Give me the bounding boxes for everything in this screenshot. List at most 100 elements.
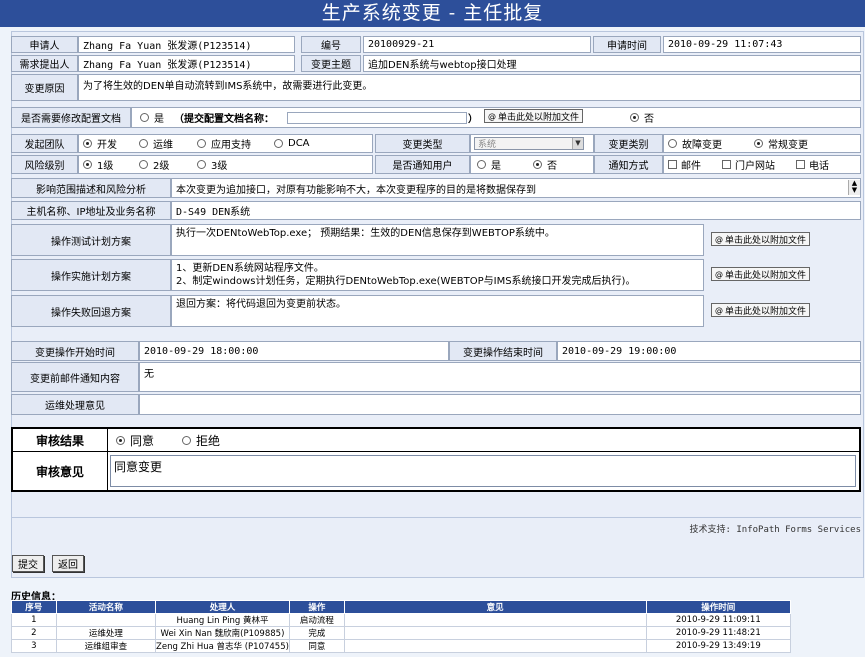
cell-seq: 2 xyxy=(11,626,57,640)
cell-operation: 完成 xyxy=(288,626,345,640)
back-button[interactable]: 返回 xyxy=(52,555,84,572)
config-doc-name-label: （提交配置文档名称： xyxy=(174,114,274,125)
team-label: 发起团队 xyxy=(11,134,78,153)
attach-label: 单击此处以附加文件 xyxy=(725,235,807,246)
method-portal-checkbox[interactable]: 门户网站 xyxy=(722,156,775,173)
cell-time: 2010-9-29 11:48:21 xyxy=(645,626,792,640)
reason-label: 变更原因 xyxy=(11,74,78,101)
team-option-dev[interactable]: 开发 xyxy=(83,135,117,152)
submit-button[interactable]: 提交 xyxy=(12,555,44,572)
cell-operation: 同意 xyxy=(288,639,345,653)
subject-field[interactable]: 追加DEN系统与webtop接口处理 xyxy=(363,55,861,72)
change-category-label: 变更类别 xyxy=(594,134,663,153)
divider xyxy=(11,496,861,518)
ops-opinion-row: 运维处理意见 xyxy=(11,394,861,415)
review-opinion-input[interactable]: 同意变更 xyxy=(110,455,856,487)
config-doc-attach-button[interactable]: @ 单击此处以附加文件 xyxy=(484,109,584,123)
impact-field[interactable]: 本次变更为追加接口，对原有功能影响不大，本次变更程序的目的是将数据保存到 xyxy=(171,178,861,198)
attach-label: 单击此处以附加文件 xyxy=(725,270,807,281)
notify-no-option[interactable]: 否 xyxy=(533,156,557,173)
col-operation: 操作 xyxy=(288,600,345,614)
mail-notice-label: 变更前邮件通知内容 xyxy=(11,362,139,392)
subject-label: 变更主题 xyxy=(301,55,361,72)
cell-handler: Wei Xin Nan 魏欣南(P109885) xyxy=(155,626,290,640)
rollback-field[interactable]: 退回方案：将代码退回为变更前状态。 xyxy=(171,295,704,327)
test-plan-field[interactable]: 执行一次DENtoWebTop.exe； 预期结果：生效的DEN信息保存到WEB… xyxy=(171,224,704,256)
radio-selected-icon xyxy=(630,113,639,122)
ops-opinion-label: 运维处理意见 xyxy=(11,394,139,415)
category-option-fault[interactable]: 故障变更 xyxy=(668,135,722,152)
radio-icon xyxy=(182,435,191,445)
chevron-down-icon: ▼ xyxy=(572,138,583,149)
category-option-routine[interactable]: 常规变更 xyxy=(754,135,808,152)
notify-yes-option[interactable]: 是 xyxy=(477,156,501,173)
checkbox-icon xyxy=(796,160,805,169)
risk-option-2[interactable]: 2级 xyxy=(139,156,169,173)
risk-row: 风险级别 1级 2级 3级 是否通知用户 是 否 通知方式 邮件 门户网站 电话 xyxy=(11,155,861,174)
method-phone-checkbox[interactable]: 电话 xyxy=(796,156,829,173)
notify-method-label: 通知方式 xyxy=(594,155,663,174)
team-option-app-support[interactable]: 应用支持 xyxy=(197,135,251,152)
radio-icon xyxy=(197,139,206,148)
start-time-field[interactable]: 2010-09-29 18:00:00 xyxy=(139,341,449,361)
page-title: 生产系统变更 - 主任批复 xyxy=(0,0,865,27)
test-plan-attach-button[interactable]: @ 单击此处以附加文件 xyxy=(711,232,811,246)
team-option-label: 开发 xyxy=(97,140,117,151)
config-doc-no-label: 否 xyxy=(644,114,654,125)
paperclip-icon: @ xyxy=(488,111,496,121)
apply-time-field[interactable]: 2010-09-29 11:07:43 xyxy=(663,36,861,53)
radio-icon xyxy=(139,139,148,148)
reason-field[interactable]: 为了将生效的DEN单自动流转到IMS系统中，故需要进行此变更。 xyxy=(78,74,861,101)
team-option-ops[interactable]: 运维 xyxy=(139,135,173,152)
cell-opinion xyxy=(343,639,647,653)
impl-plan-row: 操作实施计划方案 1、更新DEN系统网站程序文件。 2、制定windows计划任… xyxy=(11,259,861,291)
risk-option-1[interactable]: 1级 xyxy=(83,156,113,173)
cell-opinion xyxy=(343,626,647,640)
review-section: 审核结果 同意 拒绝 审核意见 同意变更 xyxy=(11,427,861,492)
radio-icon xyxy=(197,160,206,169)
cell-seq: 3 xyxy=(11,639,57,653)
proposer-label: 需求提出人 xyxy=(11,55,78,72)
mail-notice-field[interactable]: 无 xyxy=(139,362,861,392)
paperclip-icon: @ xyxy=(715,269,723,279)
attach-label: 单击此处以附加文件 xyxy=(725,306,807,317)
config-doc-no-option[interactable]: 否 xyxy=(630,108,654,127)
host-row: 主机名称、IP地址及业务名称 D-S49 DEN系统 xyxy=(11,201,861,220)
config-doc-yes-option[interactable]: 是 xyxy=(140,108,164,127)
number-label: 编号 xyxy=(301,36,361,53)
category-option-label: 故障变更 xyxy=(682,140,722,151)
radio-icon xyxy=(274,139,283,148)
config-doc-name-input[interactable] xyxy=(287,112,467,124)
radio-selected-icon xyxy=(83,139,92,148)
col-time: 操作时间 xyxy=(645,600,792,614)
review-result-label: 审核结果 xyxy=(13,429,108,452)
change-type-select[interactable]: 系统 ▼ xyxy=(474,137,584,150)
applicant-field[interactable]: Zhang Fa Yuan 张发源(P123514) xyxy=(78,36,295,53)
impl-plan-attach-button[interactable]: @ 单击此处以附加文件 xyxy=(711,267,811,281)
end-time-field[interactable]: 2010-09-29 19:00:00 xyxy=(557,341,861,361)
impact-label: 影响范围描述和风险分析 xyxy=(11,178,171,198)
method-email-checkbox[interactable]: 邮件 xyxy=(668,156,701,173)
radio-selected-icon xyxy=(533,160,542,169)
risk-option-3[interactable]: 3级 xyxy=(197,156,227,173)
proposer-row: 需求提出人 Zhang Fa Yuan 张发源(P123514) 变更主题 追加… xyxy=(11,55,861,72)
team-option-dca[interactable]: DCA xyxy=(274,135,310,152)
proposer-field[interactable]: Zhang Fa Yuan 张发源(P123514) xyxy=(78,55,295,72)
tech-support-text: 技术支持: InfoPath Forms Services xyxy=(689,525,861,535)
applicant-row: 申请人 Zhang Fa Yuan 张发源(P123514) 编号 201009… xyxy=(11,36,861,53)
impact-row: 影响范围描述和风险分析 本次变更为追加接口，对原有功能影响不大，本次变更程序的目… xyxy=(11,178,861,198)
scrollbar[interactable]: ▲ ▼ xyxy=(848,180,860,195)
col-activity: 活动名称 xyxy=(55,600,157,614)
radio-selected-icon xyxy=(116,435,125,445)
review-agree-option[interactable]: 同意 xyxy=(116,429,154,451)
table-row: 2 运维处理 Wei Xin Nan 魏欣南(P109885) 完成 2010-… xyxy=(11,626,792,640)
ops-opinion-field[interactable] xyxy=(139,394,861,415)
impl-plan-field[interactable]: 1、更新DEN系统网站程序文件。 2、制定windows计划任务，定期执行DEN… xyxy=(171,259,704,291)
checkbox-icon xyxy=(722,160,731,169)
config-doc-label: 是否需要修改配置文档 xyxy=(11,107,131,128)
team-row: 发起团队 开发 运维 应用支持 DCA 变更类型 系统 ▼ 变更类别 故障变更 常… xyxy=(11,134,861,153)
rollback-attach-button[interactable]: @ 单击此处以附加文件 xyxy=(711,303,811,317)
review-reject-option[interactable]: 拒绝 xyxy=(182,429,220,451)
host-field[interactable]: D-S49 DEN系统 xyxy=(171,201,861,220)
number-field[interactable]: 20100929-21 xyxy=(363,36,591,53)
